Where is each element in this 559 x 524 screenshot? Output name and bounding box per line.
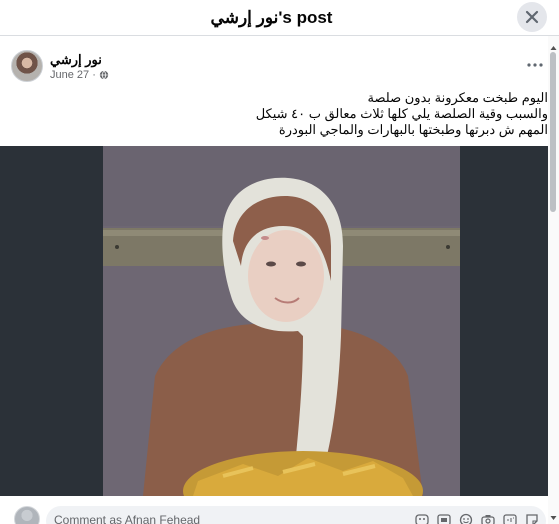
scrollbar-thumb[interactable]	[550, 52, 556, 212]
post-text-line: اليوم طبخت معكرونة بدون صلصة	[367, 90, 548, 105]
post-dialog-header: نور إرشي's post	[0, 0, 559, 36]
sticker-face-icon[interactable]	[524, 513, 540, 524]
more-options-button[interactable]	[524, 56, 546, 74]
scroll-up-arrow[interactable]	[548, 40, 559, 50]
camera-icon[interactable]	[480, 513, 496, 524]
post-text-line: والسبب وقية الصلصة يلي كلها ثلاث معالق ب…	[255, 106, 548, 121]
close-icon	[525, 10, 539, 24]
post-date[interactable]: June 27 ·	[50, 69, 96, 81]
sticker-icon[interactable]	[414, 513, 430, 524]
photo-illustration	[103, 146, 460, 496]
close-button[interactable]	[517, 2, 547, 32]
commenter-avatar	[14, 506, 40, 524]
emoji-icon[interactable]	[458, 513, 474, 524]
comment-placeholder: Comment as Afnan Fehead	[54, 513, 201, 524]
more-horizontal-icon	[527, 63, 543, 67]
author-name[interactable]: نور إرشي	[50, 52, 102, 68]
comment-bar: Comment as Afnan Fehead	[0, 500, 548, 524]
dialog-title: نور إرشي's post	[210, 7, 333, 27]
post-header: نور إرشي June 27 ·	[0, 40, 548, 92]
comment-input[interactable]: Comment as Afnan Fehead	[46, 506, 546, 524]
post-meta: June 27 ·	[50, 69, 109, 81]
scroll-down-arrow[interactable]	[548, 510, 559, 520]
gif-square-icon[interactable]	[502, 513, 518, 524]
post-text-line: المهم ش دبرتها وطبختها بالبهارات والماجي…	[278, 122, 548, 137]
comment-icons	[414, 513, 540, 524]
gif-icon[interactable]	[436, 513, 452, 524]
globe-icon	[99, 70, 109, 80]
post-photo[interactable]	[103, 146, 460, 496]
post-photo-container[interactable]	[0, 146, 548, 496]
post-text: اليوم طبخت معكرونة بدون صلصة والسبب وقية…	[218, 90, 548, 138]
author-avatar[interactable]	[11, 50, 43, 82]
